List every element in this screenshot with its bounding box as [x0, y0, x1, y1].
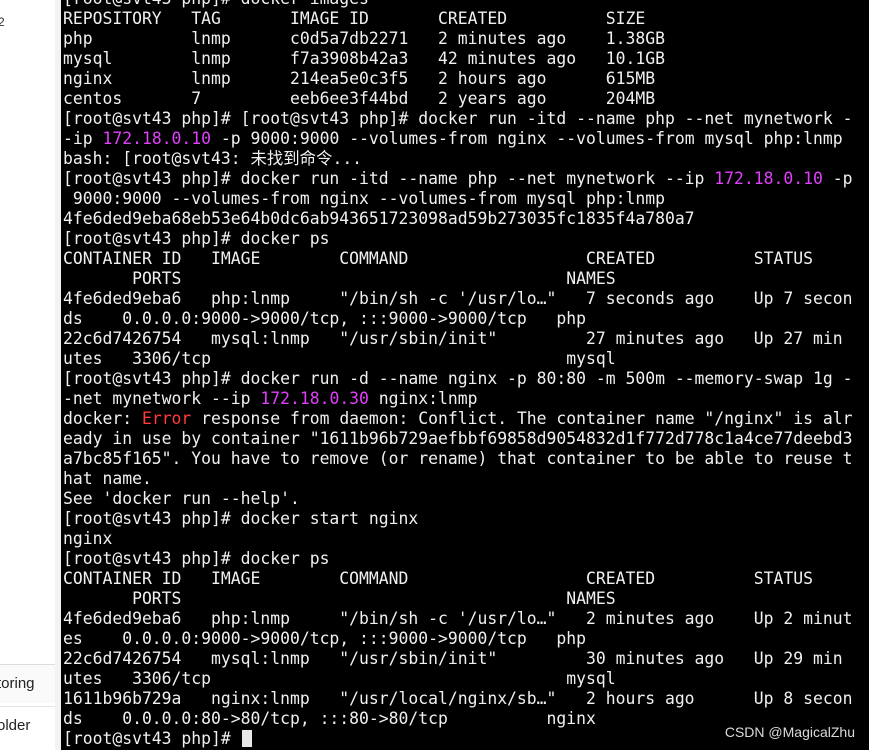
terminal-text: ds 0.0.0.0:80->80/tcp, :::80->80/tcp ngi… — [63, 709, 596, 728]
side-panel-item-monitoring[interactable]: toring — [0, 664, 55, 703]
side-panel-fragment: 2 — [0, 15, 5, 29]
terminal-text: 4fe6ded9eba68eb53e64b0dc6ab943651723098a… — [63, 209, 695, 228]
terminal-text: centos 7 eeb6ee3f44bd 2 years ago 204MB — [63, 89, 656, 108]
terminal-line: 1611b96b729a nginx:lnmp "/usr/local/ngin… — [63, 689, 852, 709]
terminal-line: docker: Error response from daemon: Conf… — [63, 409, 852, 429]
terminal-text: bash: [root@svt43: 未找到命令... — [63, 149, 363, 168]
terminal-line: utes 3306/tcp mysql — [63, 669, 852, 689]
terminal-line: CONTAINER ID IMAGE COMMAND CREATED STATU… — [63, 569, 852, 589]
terminal-text: [root@svt43 php]# [root@svt43 php]# dock… — [63, 109, 853, 128]
ip-address-text: 172.18.0.30 — [260, 389, 369, 408]
terminal-line: 4fe6ded9eba6 php:lnmp "/bin/sh -c '/usr/… — [63, 289, 852, 309]
terminal-line: hat name. — [63, 469, 852, 489]
terminal-text: es 0.0.0.0:9000->9000/tcp, :::9000->9000… — [63, 629, 587, 648]
terminal-text: REPOSITORY TAG IMAGE ID CREATED SIZE — [63, 9, 646, 28]
terminal-text: CONTAINER ID IMAGE COMMAND CREATED STATU… — [63, 569, 813, 588]
terminal-line: 4fe6ded9eba6 php:lnmp "/bin/sh -c '/usr/… — [63, 609, 852, 629]
terminal-text: [root@svt43 php]# docker ps — [63, 549, 330, 568]
side-panel-item-folder[interactable]: older — [0, 706, 55, 745]
terminal-text: response from daemon: Conflict. The cont… — [191, 409, 853, 428]
terminal-line: a7bc85f165". You have to remove (or rena… — [63, 449, 852, 469]
terminal-text: utes 3306/tcp mysql — [63, 349, 616, 368]
terminal-text: 22c6d7426754 mysql:lnmp "/usr/sbin/init"… — [63, 329, 843, 348]
terminal-text: [root@svt43 php]# docker run -d --name n… — [63, 369, 853, 388]
terminal-line: See 'docker run --help'. — [63, 489, 852, 509]
terminal-line: PORTS NAMES — [63, 269, 852, 289]
terminal-text: a7bc85f165". You have to remove (or rena… — [63, 449, 853, 468]
terminal-line: 22c6d7426754 mysql:lnmp "/usr/sbin/init"… — [63, 329, 852, 349]
terminal-text: 22c6d7426754 mysql:lnmp "/usr/sbin/init"… — [63, 649, 843, 668]
watermark: CSDN @MagicalZhu — [724, 724, 855, 740]
ip-address-text: 172.18.0.10 — [714, 169, 823, 188]
terminal-text: eady in use by container "1611b96b729aef… — [63, 429, 853, 448]
terminal-line: 9000:9000 --volumes-from nginx --volumes… — [63, 189, 852, 209]
terminal-text: [root@svt43 php]# docker ps — [63, 229, 330, 248]
terminal-line: [root@svt43 php]# [root@svt43 php]# dock… — [63, 109, 852, 129]
terminal-text: -net mynetwork --ip — [63, 389, 261, 408]
terminal-output: [root@svt43 php]# docker imagesREPOSITOR… — [63, 0, 852, 749]
terminal-text: ds 0.0.0.0:9000->9000/tcp, :::9000->9000… — [63, 309, 587, 328]
terminal-text: PORTS NAMES — [63, 269, 616, 288]
terminal-text: [root@svt43 php]# docker run -itd --name… — [63, 169, 715, 188]
terminal-line: [root@svt43 php]# docker images — [63, 0, 852, 9]
terminal-line: es 0.0.0.0:9000->9000/tcp, :::9000->9000… — [63, 629, 852, 649]
terminal-line: [root@svt43 php]# docker run -itd --name… — [63, 169, 852, 189]
terminal-line: nginx — [63, 529, 852, 549]
terminal-text: nginx — [63, 529, 113, 548]
terminal-line: eady in use by container "1611b96b729aef… — [63, 429, 852, 449]
terminal-text: See 'docker run --help'. — [63, 489, 300, 508]
terminal-text: -p — [822, 169, 853, 188]
terminal-text: [root@svt43 php]# docker images — [63, 0, 369, 8]
terminal-line: [root@svt43 php]# docker start nginx — [63, 509, 852, 529]
terminal-line: [root@svt43 php]# docker ps — [63, 229, 852, 249]
side-panel: 2 toring older — [0, 0, 56, 750]
terminal-line: [root@svt43 php]# docker run -d --name n… — [63, 369, 852, 389]
terminal-line: REPOSITORY TAG IMAGE ID CREATED SIZE — [63, 9, 852, 29]
terminal-line: CONTAINER ID IMAGE COMMAND CREATED STATU… — [63, 249, 852, 269]
terminal-line: php lnmp c0d5a7db2271 2 minutes ago 1.38… — [63, 29, 852, 49]
terminal-window[interactable]: [root@svt43 php]# docker imagesREPOSITOR… — [61, 0, 869, 750]
terminal-text: [root@svt43 php]# docker start nginx — [63, 509, 419, 528]
terminal-text: 4fe6ded9eba6 php:lnmp "/bin/sh -c '/usr/… — [63, 289, 853, 308]
terminal-text: utes 3306/tcp mysql — [63, 669, 616, 688]
terminal-text: CONTAINER ID IMAGE COMMAND CREATED STATU… — [63, 249, 813, 268]
terminal-line: ds 0.0.0.0:9000->9000/tcp, :::9000->9000… — [63, 309, 852, 329]
terminal-text: docker: — [63, 409, 142, 428]
terminal-line: centos 7 eeb6ee3f44bd 2 years ago 204MB — [63, 89, 852, 109]
terminal-text: nginx:lnmp — [368, 389, 478, 408]
terminal-line: [root@svt43 php]# docker ps — [63, 549, 852, 569]
terminal-line: bash: [root@svt43: 未找到命令... — [63, 149, 852, 169]
terminal-text: php lnmp c0d5a7db2271 2 minutes ago 1.38… — [63, 29, 665, 48]
terminal-text: -ip — [63, 129, 103, 148]
terminal-text: 9000:9000 --volumes-from nginx --volumes… — [63, 189, 665, 208]
terminal-line: PORTS NAMES — [63, 589, 852, 609]
terminal-text: nginx lnmp 214ea5e0c3f5 2 hours ago 615M… — [63, 69, 656, 88]
terminal-text: [root@svt43 php]# — [63, 729, 241, 748]
terminal-text: mysql lnmp f7a3908b42a3 42 minutes ago 1… — [63, 49, 665, 68]
terminal-line: mysql lnmp f7a3908b42a3 42 minutes ago 1… — [63, 49, 852, 69]
terminal-text: -p 9000:9000 --volumes-from nginx --volu… — [211, 129, 843, 148]
terminal-line: -net mynetwork --ip 172.18.0.30 nginx:ln… — [63, 389, 852, 409]
terminal-text: 4fe6ded9eba6 php:lnmp "/bin/sh -c '/usr/… — [63, 609, 853, 628]
terminal-line: -ip 172.18.0.10 -p 9000:9000 --volumes-f… — [63, 129, 852, 149]
terminal-cursor — [241, 730, 252, 747]
ip-address-text: 172.18.0.10 — [102, 129, 212, 148]
terminal-line: utes 3306/tcp mysql — [63, 349, 852, 369]
terminal-text: hat name. — [63, 469, 152, 488]
terminal-text: 1611b96b729a nginx:lnmp "/usr/local/ngin… — [63, 689, 853, 708]
terminal-text: PORTS NAMES — [63, 589, 616, 608]
terminal-line: 4fe6ded9eba68eb53e64b0dc6ab943651723098a… — [63, 209, 852, 229]
terminal-line: nginx lnmp 214ea5e0c3f5 2 hours ago 615M… — [63, 69, 852, 89]
terminal-line: 22c6d7426754 mysql:lnmp "/usr/sbin/init"… — [63, 649, 852, 669]
error-text: Error — [141, 409, 192, 428]
